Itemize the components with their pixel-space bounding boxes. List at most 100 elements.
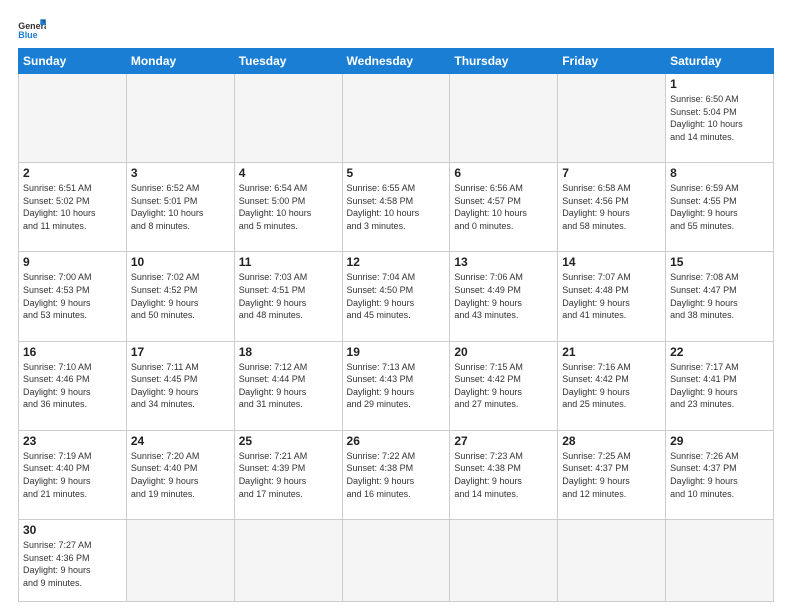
calendar-day-cell: 28 Sunrise: 7:25 AM Sunset: 4:37 PM Dayli…: [558, 430, 666, 519]
calendar-day-cell: [126, 520, 234, 602]
day-number: 6: [454, 166, 553, 180]
generalblue-icon: General Blue: [18, 18, 46, 40]
day-number: 18: [239, 345, 338, 359]
calendar-week-row: 9 Sunrise: 7:00 AM Sunset: 4:53 PM Daylig…: [19, 252, 774, 341]
day-number: 30: [23, 523, 122, 537]
day-number: 19: [347, 345, 446, 359]
page: General Blue SundayMondayTuesdayWednesda…: [0, 0, 792, 612]
calendar-day-cell: 10Sunrise: 7:02 AM Sunset: 4:52 PM Dayli…: [126, 252, 234, 341]
day-info: Sunrise: 6:54 AM Sunset: 5:00 PM Dayligh…: [239, 182, 338, 232]
day-info: Sunrise: 7:15 AM Sunset: 4:42 PM Dayligh…: [454, 361, 553, 411]
day-info: Sunrise: 7:02 AM Sunset: 4:52 PM Dayligh…: [131, 271, 230, 321]
calendar-day-cell: 6Sunrise: 6:56 AM Sunset: 4:57 PM Daylig…: [450, 163, 558, 252]
calendar-week-row: 2 Sunrise: 6:51 AM Sunset: 5:02 PM Daylig…: [19, 163, 774, 252]
calendar-header-sunday: Sunday: [19, 49, 127, 74]
calendar-day-cell: 4 Sunrise: 6:54 AM Sunset: 5:00 PM Daylig…: [234, 163, 342, 252]
calendar-day-cell: 5 Sunrise: 6:55 AM Sunset: 4:58 PM Daylig…: [342, 163, 450, 252]
day-number: 27: [454, 434, 553, 448]
day-number: 5: [347, 166, 446, 180]
day-info: Sunrise: 6:59 AM Sunset: 4:55 PM Dayligh…: [670, 182, 769, 232]
calendar-day-cell: [558, 520, 666, 602]
calendar-table: SundayMondayTuesdayWednesdayThursdayFrid…: [18, 48, 774, 602]
calendar-day-cell: [342, 74, 450, 163]
day-info: Sunrise: 7:12 AM Sunset: 4:44 PM Dayligh…: [239, 361, 338, 411]
day-number: 14: [562, 255, 661, 269]
calendar-header-friday: Friday: [558, 49, 666, 74]
day-number: 13: [454, 255, 553, 269]
calendar-day-cell: [234, 520, 342, 602]
calendar-day-cell: 19 Sunrise: 7:13 AM Sunset: 4:43 PM Dayli…: [342, 341, 450, 430]
day-number: 9: [23, 255, 122, 269]
calendar-day-cell: 23Sunrise: 7:19 AM Sunset: 4:40 PM Dayli…: [19, 430, 127, 519]
calendar-day-cell: 7Sunrise: 6:58 AM Sunset: 4:56 PM Daylig…: [558, 163, 666, 252]
calendar-day-cell: 13 Sunrise: 7:06 AM Sunset: 4:49 PM Dayli…: [450, 252, 558, 341]
day-number: 12: [347, 255, 446, 269]
calendar-day-cell: 21 Sunrise: 7:16 AM Sunset: 4:42 PM Dayli…: [558, 341, 666, 430]
day-info: Sunrise: 7:03 AM Sunset: 4:51 PM Dayligh…: [239, 271, 338, 321]
day-number: 21: [562, 345, 661, 359]
day-info: Sunrise: 6:50 AM Sunset: 5:04 PM Dayligh…: [670, 93, 769, 143]
calendar-day-cell: 25 Sunrise: 7:21 AM Sunset: 4:39 PM Dayli…: [234, 430, 342, 519]
day-number: 20: [454, 345, 553, 359]
calendar-day-cell: 30 Sunrise: 7:27 AM Sunset: 4:36 PM Dayli…: [19, 520, 127, 602]
day-number: 2: [23, 166, 122, 180]
calendar-header-thursday: Thursday: [450, 49, 558, 74]
calendar-day-cell: 18 Sunrise: 7:12 AM Sunset: 4:44 PM Dayli…: [234, 341, 342, 430]
calendar-day-cell: [234, 74, 342, 163]
day-info: Sunrise: 6:51 AM Sunset: 5:02 PM Dayligh…: [23, 182, 122, 232]
calendar-day-cell: 26 Sunrise: 7:22 AM Sunset: 4:38 PM Dayli…: [342, 430, 450, 519]
day-info: Sunrise: 7:08 AM Sunset: 4:47 PM Dayligh…: [670, 271, 769, 321]
day-info: Sunrise: 6:55 AM Sunset: 4:58 PM Dayligh…: [347, 182, 446, 232]
day-info: Sunrise: 7:13 AM Sunset: 4:43 PM Dayligh…: [347, 361, 446, 411]
calendar-week-row: 23Sunrise: 7:19 AM Sunset: 4:40 PM Dayli…: [19, 430, 774, 519]
calendar-day-cell: 14 Sunrise: 7:07 AM Sunset: 4:48 PM Dayli…: [558, 252, 666, 341]
calendar-day-cell: 3Sunrise: 6:52 AM Sunset: 5:01 PM Daylig…: [126, 163, 234, 252]
calendar-day-cell: [450, 520, 558, 602]
day-number: 22: [670, 345, 769, 359]
svg-text:Blue: Blue: [18, 30, 37, 40]
calendar-day-cell: 2 Sunrise: 6:51 AM Sunset: 5:02 PM Daylig…: [19, 163, 127, 252]
calendar-day-cell: [19, 74, 127, 163]
day-info: Sunrise: 7:16 AM Sunset: 4:42 PM Dayligh…: [562, 361, 661, 411]
day-info: Sunrise: 7:22 AM Sunset: 4:38 PM Dayligh…: [347, 450, 446, 500]
calendar-week-row: 16Sunrise: 7:10 AM Sunset: 4:46 PM Dayli…: [19, 341, 774, 430]
calendar-day-cell: 1Sunrise: 6:50 AM Sunset: 5:04 PM Daylig…: [666, 74, 774, 163]
calendar-header-tuesday: Tuesday: [234, 49, 342, 74]
day-number: 7: [562, 166, 661, 180]
calendar-day-cell: [126, 74, 234, 163]
calendar-day-cell: 15Sunrise: 7:08 AM Sunset: 4:47 PM Dayli…: [666, 252, 774, 341]
logo: General Blue: [18, 18, 46, 40]
calendar-day-cell: [666, 520, 774, 602]
calendar-header-row: SundayMondayTuesdayWednesdayThursdayFrid…: [19, 49, 774, 74]
day-info: Sunrise: 6:52 AM Sunset: 5:01 PM Dayligh…: [131, 182, 230, 232]
calendar-day-cell: 8Sunrise: 6:59 AM Sunset: 4:55 PM Daylig…: [666, 163, 774, 252]
calendar-header-monday: Monday: [126, 49, 234, 74]
day-number: 24: [131, 434, 230, 448]
calendar-day-cell: 24 Sunrise: 7:20 AM Sunset: 4:40 PM Dayli…: [126, 430, 234, 519]
day-info: Sunrise: 7:23 AM Sunset: 4:38 PM Dayligh…: [454, 450, 553, 500]
calendar-day-cell: 16Sunrise: 7:10 AM Sunset: 4:46 PM Dayli…: [19, 341, 127, 430]
day-number: 11: [239, 255, 338, 269]
calendar-header-saturday: Saturday: [666, 49, 774, 74]
day-number: 26: [347, 434, 446, 448]
calendar-day-cell: 29Sunrise: 7:26 AM Sunset: 4:37 PM Dayli…: [666, 430, 774, 519]
day-info: Sunrise: 7:10 AM Sunset: 4:46 PM Dayligh…: [23, 361, 122, 411]
day-info: Sunrise: 7:21 AM Sunset: 4:39 PM Dayligh…: [239, 450, 338, 500]
calendar-week-row: 30 Sunrise: 7:27 AM Sunset: 4:36 PM Dayli…: [19, 520, 774, 602]
day-number: 4: [239, 166, 338, 180]
calendar-day-cell: [558, 74, 666, 163]
day-number: 25: [239, 434, 338, 448]
day-number: 28: [562, 434, 661, 448]
calendar-day-cell: 17Sunrise: 7:11 AM Sunset: 4:45 PM Dayli…: [126, 341, 234, 430]
day-info: Sunrise: 7:07 AM Sunset: 4:48 PM Dayligh…: [562, 271, 661, 321]
calendar-day-cell: [450, 74, 558, 163]
day-info: Sunrise: 7:20 AM Sunset: 4:40 PM Dayligh…: [131, 450, 230, 500]
day-info: Sunrise: 7:06 AM Sunset: 4:49 PM Dayligh…: [454, 271, 553, 321]
day-info: Sunrise: 7:27 AM Sunset: 4:36 PM Dayligh…: [23, 539, 122, 589]
calendar-day-cell: [342, 520, 450, 602]
day-info: Sunrise: 7:00 AM Sunset: 4:53 PM Dayligh…: [23, 271, 122, 321]
calendar-day-cell: 27 Sunrise: 7:23 AM Sunset: 4:38 PM Dayli…: [450, 430, 558, 519]
calendar-day-cell: 12Sunrise: 7:04 AM Sunset: 4:50 PM Dayli…: [342, 252, 450, 341]
day-info: Sunrise: 7:25 AM Sunset: 4:37 PM Dayligh…: [562, 450, 661, 500]
calendar-day-cell: 9 Sunrise: 7:00 AM Sunset: 4:53 PM Daylig…: [19, 252, 127, 341]
